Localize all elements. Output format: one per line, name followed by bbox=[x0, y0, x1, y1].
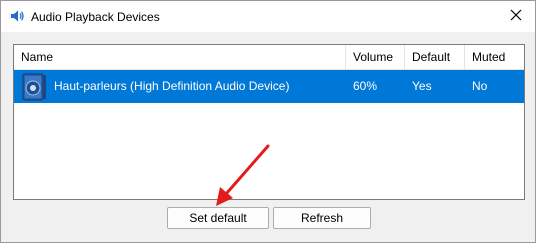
device-name: Haut-parleurs (High Definition Audio Dev… bbox=[54, 79, 290, 93]
column-header-volume[interactable]: Volume bbox=[346, 45, 405, 69]
device-list[interactable]: Name Volume Default Muted Haut-parleurs … bbox=[13, 44, 525, 200]
speaker-device-icon bbox=[20, 73, 48, 101]
device-default: Yes bbox=[412, 79, 432, 93]
set-default-button[interactable]: Set default bbox=[167, 207, 269, 229]
window-title: Audio Playback Devices bbox=[31, 10, 160, 24]
refresh-button[interactable]: Refresh bbox=[273, 207, 371, 229]
audio-playback-devices-window: Audio Playback Devices Name Volume Defau… bbox=[0, 0, 536, 243]
column-header-muted[interactable]: Muted bbox=[465, 45, 524, 69]
column-header-name[interactable]: Name bbox=[14, 45, 346, 69]
device-row[interactable]: Haut-parleurs (High Definition Audio Dev… bbox=[14, 70, 524, 103]
speaker-icon bbox=[9, 8, 25, 24]
list-header: Name Volume Default Muted bbox=[14, 45, 524, 70]
close-icon bbox=[510, 9, 522, 24]
device-volume: 60% bbox=[353, 79, 378, 93]
device-muted: No bbox=[472, 79, 488, 93]
column-header-default[interactable]: Default bbox=[405, 45, 465, 69]
close-button[interactable] bbox=[497, 1, 535, 32]
title-bar[interactable]: Audio Playback Devices bbox=[1, 1, 535, 32]
